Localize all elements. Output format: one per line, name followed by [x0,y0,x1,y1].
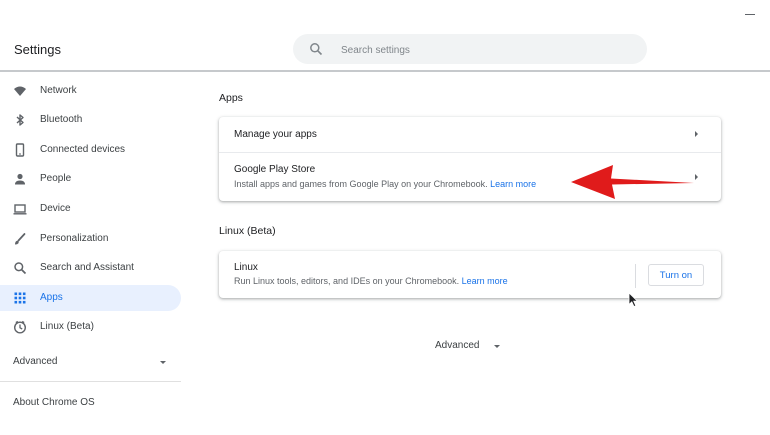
mouse-cursor-icon [628,292,639,308]
red-arrow-shape [571,165,694,199]
annotation-arrow [571,165,694,199]
